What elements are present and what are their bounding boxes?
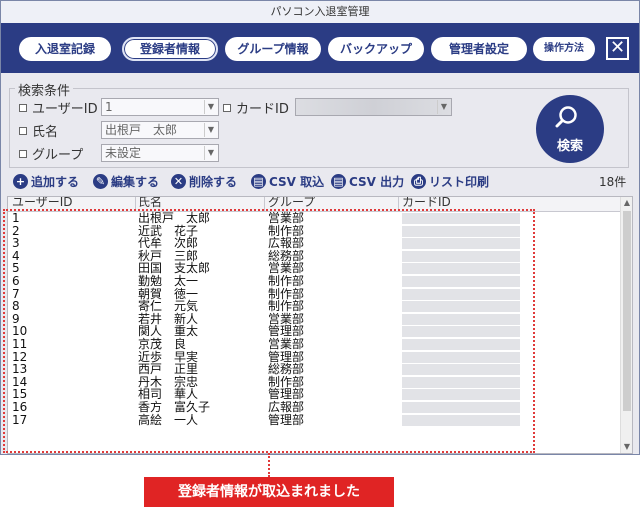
window-title: パソコン入退室管理: [1, 1, 639, 23]
name-label: 氏名: [32, 125, 59, 140]
chevron-down-icon: ▼: [204, 146, 217, 160]
column-header-user-id[interactable]: ユーザーID: [12, 197, 73, 209]
search-legend: 検索条件: [15, 80, 74, 99]
user-id-value: 1: [105, 100, 113, 114]
import-highlight-frame: [3, 209, 535, 453]
scroll-down-icon[interactable]: ▼: [621, 441, 632, 453]
edit-label: 編集する: [111, 175, 160, 189]
record-count: 18件: [599, 175, 627, 189]
edit-button[interactable]: ✎ 編集する: [93, 173, 159, 190]
column-header-group[interactable]: グループ: [268, 197, 315, 209]
nav-entry-log-button[interactable]: 入退室記録: [19, 37, 111, 61]
group-value: 未設定: [105, 146, 142, 160]
group-checkbox[interactable]: [19, 149, 27, 158]
nav-backup-button[interactable]: バックアップ: [328, 37, 424, 61]
print-label: リスト印刷: [429, 175, 490, 189]
name-checkbox[interactable]: [19, 126, 27, 135]
name-filter: 氏名: [19, 121, 58, 140]
nav-group-button[interactable]: グループ情報: [225, 37, 321, 61]
chevron-down-icon: ▼: [204, 100, 217, 114]
card-id-select[interactable]: ▼: [295, 98, 452, 116]
user-id-filter: ユーザーID: [19, 98, 98, 117]
group-select[interactable]: 未設定 ▼: [101, 144, 219, 162]
delete-button[interactable]: ✕ 削除する: [171, 173, 237, 190]
nav-registrant-button[interactable]: 登録者情報: [122, 37, 218, 61]
column-header-card-id[interactable]: カードID: [402, 197, 451, 209]
chevron-down-icon: ▼: [204, 123, 217, 137]
group-filter: グループ: [19, 144, 83, 163]
nav-bar: 入退室記録 登録者情報 グループ情報 バックアップ 管理者設定 操作方法 ✕: [1, 23, 639, 73]
csv-export-button[interactable]: ▤ CSV 出力: [331, 173, 404, 190]
csv-export-label: CSV 出力: [349, 175, 405, 189]
user-id-select[interactable]: 1 ▼: [101, 98, 219, 116]
delete-label: 削除する: [189, 175, 238, 189]
document-icon: ▤: [331, 174, 346, 189]
plus-icon: +: [13, 174, 28, 189]
search-button-label: 検索: [556, 139, 583, 154]
card-id-checkbox[interactable]: [223, 103, 231, 112]
nav-help-button[interactable]: 操作方法: [533, 37, 595, 61]
add-button[interactable]: + 追加する: [13, 173, 79, 190]
printer-icon: ⎙: [411, 174, 426, 189]
csv-import-label: CSV 取込: [269, 175, 325, 189]
csv-import-button[interactable]: ▤ CSV 取込: [251, 173, 324, 190]
search-icon: [555, 106, 577, 128]
close-button[interactable]: ✕: [606, 37, 629, 60]
name-value: 出根戸 太郎: [105, 123, 178, 137]
vertical-scrollbar[interactable]: ▲ ▼: [620, 197, 632, 453]
name-select[interactable]: 出根戸 太郎 ▼: [101, 121, 219, 139]
add-label: 追加する: [31, 175, 80, 189]
card-id-label: カードID: [236, 102, 289, 117]
scroll-up-icon[interactable]: ▲: [621, 197, 632, 209]
card-id-filter: カードID: [223, 98, 289, 117]
user-id-checkbox[interactable]: [19, 103, 27, 112]
search-button[interactable]: 検索: [536, 95, 604, 163]
document-icon: ▤: [251, 174, 266, 189]
close-icon: ✕: [171, 174, 186, 189]
column-header-name[interactable]: 氏名: [138, 197, 162, 209]
pencil-icon: ✎: [93, 174, 108, 189]
import-notice: 登録者情報が取込まれました: [144, 477, 394, 507]
nav-admin-settings-button[interactable]: 管理者設定: [431, 37, 527, 61]
chevron-down-icon: ▼: [437, 100, 450, 114]
group-label: グループ: [32, 148, 84, 163]
scroll-thumb[interactable]: [623, 211, 631, 411]
print-button[interactable]: ⎙ リスト印刷: [411, 173, 489, 190]
callout-connector: [268, 453, 270, 477]
user-id-label: ユーザーID: [32, 102, 98, 117]
